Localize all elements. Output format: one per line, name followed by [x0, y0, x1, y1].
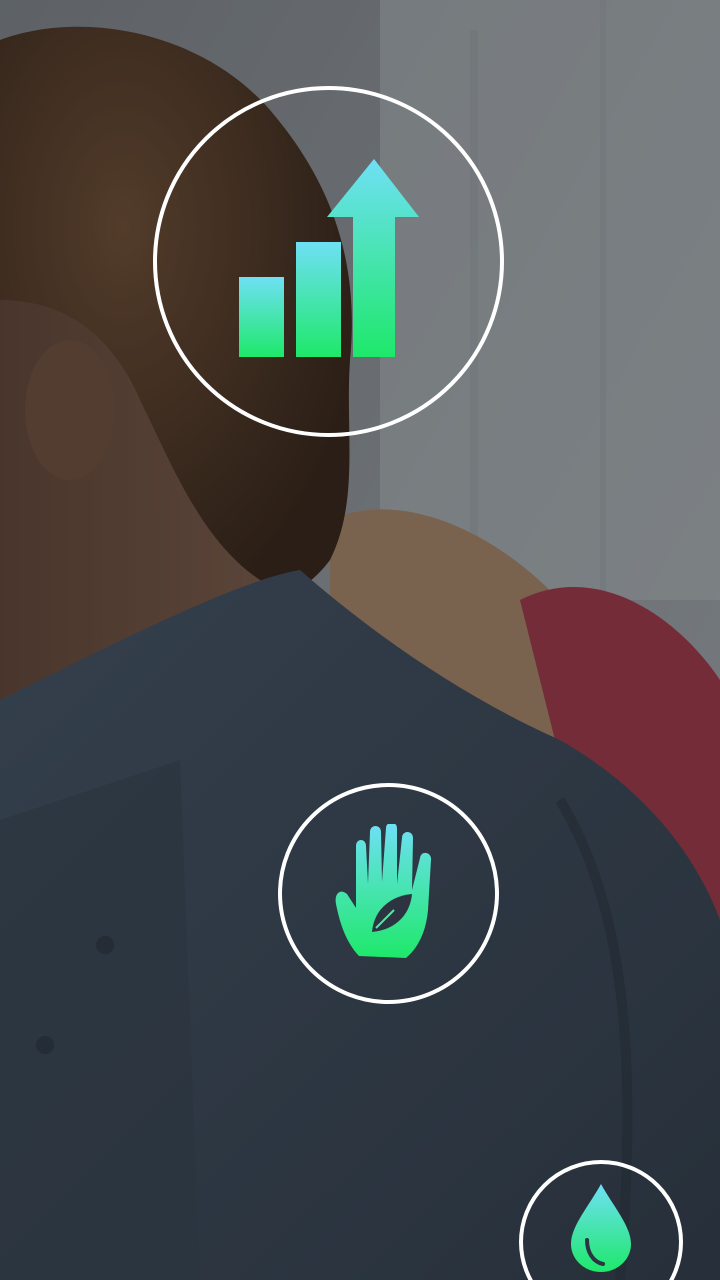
bar-chart-growth-icon — [238, 158, 419, 357]
hand-leaf-icon — [335, 823, 431, 958]
water-drop-icon — [571, 1184, 631, 1272]
onboarding-screen: bar-chart-growth-icon hand-leaf-icon — [0, 0, 720, 1280]
hand-leaf-feature-button[interactable]: hand-leaf-icon — [278, 783, 499, 1004]
growth-feature-button[interactable]: bar-chart-growth-icon — [153, 86, 504, 437]
